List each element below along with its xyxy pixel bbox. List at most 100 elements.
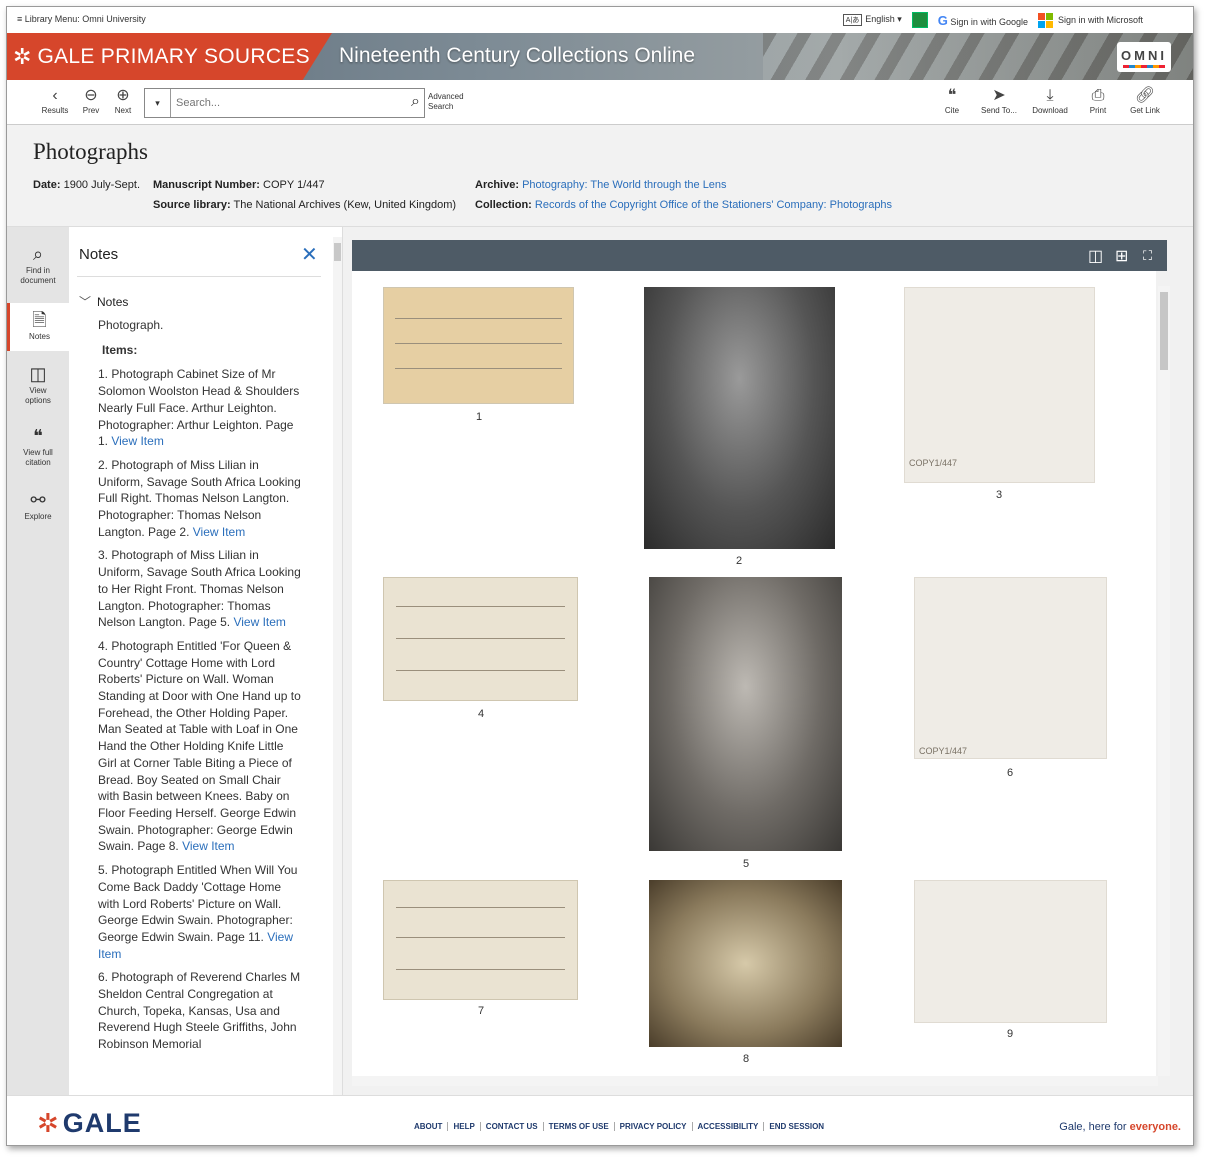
page-number: 6: [1006, 767, 1014, 779]
list-item: 3. Photograph of Miss Lilian in Uniform,…: [98, 548, 301, 630]
search-scope-dropdown[interactable]: ▾: [145, 89, 171, 117]
gale-logo[interactable]: ✲ GALE: [37, 1108, 142, 1139]
page-thumbnail-3[interactable]: COPY1/447: [904, 287, 1095, 483]
view-options-button[interactable]: ◫ View options: [7, 363, 69, 406]
copy-stamp: COPY1/447: [919, 746, 968, 756]
tool-rail: ⌕ Find in document 🗎︎ Notes ◫ View options…: [7, 227, 69, 1095]
privacy-policy-link[interactable]: PRIVACY POLICY: [615, 1122, 693, 1131]
search-icon: ⌕: [32, 244, 44, 264]
list-item: 6. Photograph of Reverend Charles M Shel…: [98, 970, 301, 1052]
thumbnail-grid: 1 2 COPY1/447 3 4 5 COPY1/447 6 7 8 9: [352, 271, 1156, 1076]
google-classroom-icon[interactable]: [911, 12, 928, 28]
document-header: Photographs Date: 1900 July-Sept. Manusc…: [7, 125, 1193, 227]
advanced-search-link[interactable]: Advanced Search: [428, 92, 478, 112]
gale-primary-sources-logo[interactable]: ✲ GALE PRIMARY SOURCES: [7, 33, 332, 80]
library-menu-button[interactable]: ≡ Library Menu: Omni University: [17, 14, 146, 24]
printer-icon: ⎙: [1091, 87, 1105, 104]
download-icon: ⤓: [1046, 87, 1054, 104]
page-thumbnail-6[interactable]: COPY1/447: [914, 577, 1107, 759]
footer: ✲ GALE ABOUT HELP CONTACT US TERMS OF US…: [7, 1095, 1193, 1145]
document-title: Photographs: [33, 139, 148, 164]
list-item: 2. Photograph of Miss Lilian in Uniform,…: [98, 457, 301, 539]
utility-bar: ≡ Library Menu: Omni University A|あ Engli…: [7, 7, 1193, 33]
columns-icon: ◫: [29, 364, 47, 384]
close-icon[interactable]: ✕: [301, 242, 318, 267]
help-link[interactable]: HELP: [448, 1122, 481, 1131]
translate-icon: A|あ: [842, 14, 863, 26]
notes-intro: Photograph.: [98, 318, 164, 332]
contact-us-link[interactable]: CONTACT US: [481, 1122, 544, 1131]
end-session-link[interactable]: END SESSION: [764, 1122, 829, 1131]
cite-button[interactable]: ❝ Cite: [937, 86, 967, 115]
banner: ✲ GALE PRIMARY SOURCES Nineteenth Centur…: [7, 33, 1193, 80]
notes-button[interactable]: 🗎︎ Notes: [7, 303, 69, 351]
notes-scrollbar[interactable]: [333, 237, 342, 1095]
divider: [77, 276, 321, 277]
collection-title[interactable]: Nineteenth Century Collections Online: [339, 44, 695, 68]
list-item: 4. Photograph Entitled 'For Queen & Coun…: [98, 638, 301, 854]
microsoft-icon: [1037, 12, 1053, 28]
send-to-button[interactable]: ➤ Send To...: [977, 86, 1021, 115]
fullscreen-icon[interactable]: ⛶: [1143, 248, 1152, 264]
quote-icon: ❝: [947, 87, 957, 104]
notes-panel: Notes ✕ ﹀ Notes Photograph. Items: 1. Pho…: [69, 227, 343, 1095]
explore-button[interactable]: ⚯ Explore: [7, 489, 69, 522]
about-link[interactable]: ABOUT: [409, 1122, 449, 1131]
view-item-link[interactable]: View Item: [111, 434, 163, 448]
source-library-field: Source library: The National Archives (K…: [153, 199, 457, 211]
accessibility-link[interactable]: ACCESSIBILITY: [693, 1122, 765, 1131]
page-thumbnail-5[interactable]: [649, 577, 842, 851]
chevron-left-icon: ‹: [52, 87, 58, 104]
page-number: 8: [742, 1053, 750, 1065]
view-item-link[interactable]: View Item: [193, 525, 245, 539]
search-icon[interactable]: ⌕: [411, 93, 420, 111]
document-icon: 🗎︎: [32, 310, 47, 330]
download-button[interactable]: ⤓ Download: [1027, 86, 1073, 115]
arrow-left-circle-icon: ⊖: [84, 87, 98, 104]
microsoft-signin-button[interactable]: Sign in with Microsoft: [1037, 12, 1143, 28]
date-field: Date: 1900 July-Sept.: [33, 179, 141, 191]
footer-links: ABOUT HELP CONTACT US TERMS OF USE PRIVA…: [409, 1122, 829, 1131]
view-item-link[interactable]: View Item: [182, 839, 234, 853]
copy-stamp: COPY1/447: [909, 458, 958, 468]
single-page-view-icon[interactable]: ◫: [1088, 246, 1103, 266]
page-thumbnail-2[interactable]: [644, 287, 835, 549]
quote-icon: ❝: [33, 426, 43, 446]
link-icon: 🔗︎: [1134, 87, 1156, 104]
prev-button[interactable]: ⊖ Prev: [79, 86, 103, 115]
grid-view-icon[interactable]: ⊞: [1115, 246, 1128, 266]
page-thumbnail-9[interactable]: [914, 880, 1107, 1023]
find-in-document-button[interactable]: ⌕ Find in document: [7, 243, 69, 286]
omni-logo[interactable]: OMNI: [1117, 42, 1171, 72]
notes-section-toggle[interactable]: ﹀ Notes: [79, 293, 128, 310]
viewer-vertical-scrollbar[interactable]: [1158, 286, 1170, 1076]
results-button[interactable]: ‹ Results: [37, 86, 73, 115]
page-number: 2: [735, 555, 743, 567]
viewer-toolbar: ◫ ⊞ ⛶: [352, 240, 1167, 271]
page-thumbnail-1[interactable]: [383, 287, 574, 404]
notes-panel-title: Notes: [79, 246, 119, 263]
view-item-link[interactable]: View Item: [233, 615, 285, 629]
get-link-button[interactable]: 🔗︎ Get Link: [1127, 86, 1163, 115]
page-thumbnail-7[interactable]: [383, 880, 578, 1000]
language-selector[interactable]: A|あ English ▾: [842, 14, 902, 26]
archive-link[interactable]: Photography: The World through the Lens: [522, 179, 726, 191]
viewer-horizontal-scrollbar[interactable]: [352, 1076, 1158, 1086]
print-button[interactable]: ⎙ Print: [1083, 86, 1113, 115]
next-button[interactable]: ⊕ Next: [111, 86, 135, 115]
app-window: ≡ Library Menu: Omni University A|あ Engli…: [6, 6, 1194, 1146]
notes-content: Photograph. Items: 1. Photograph Cabinet…: [98, 317, 303, 1060]
search-input[interactable]: [176, 94, 396, 112]
page-thumbnail-8[interactable]: [649, 880, 842, 1047]
page-thumbnail-4[interactable]: [383, 577, 578, 701]
terms-of-use-link[interactable]: TERMS OF USE: [544, 1122, 615, 1131]
google-signin-button[interactable]: G Sign in with Google: [938, 13, 1028, 28]
list-item: 1. Photograph Cabinet Size of Mr Solomon…: [98, 367, 300, 449]
binoculars-icon: ⚯: [30, 490, 46, 510]
search-box: ▾ ⌕: [144, 88, 425, 118]
view-full-citation-button[interactable]: ❝ View full citation: [7, 425, 69, 468]
manuscript-number-field: Manuscript Number: COPY 1/447: [153, 179, 325, 191]
collection-link[interactable]: Records of the Copyright Office of the S…: [535, 199, 892, 211]
page-number: 9: [1006, 1028, 1014, 1040]
arrow-right-circle-icon: ⊕: [116, 87, 130, 104]
